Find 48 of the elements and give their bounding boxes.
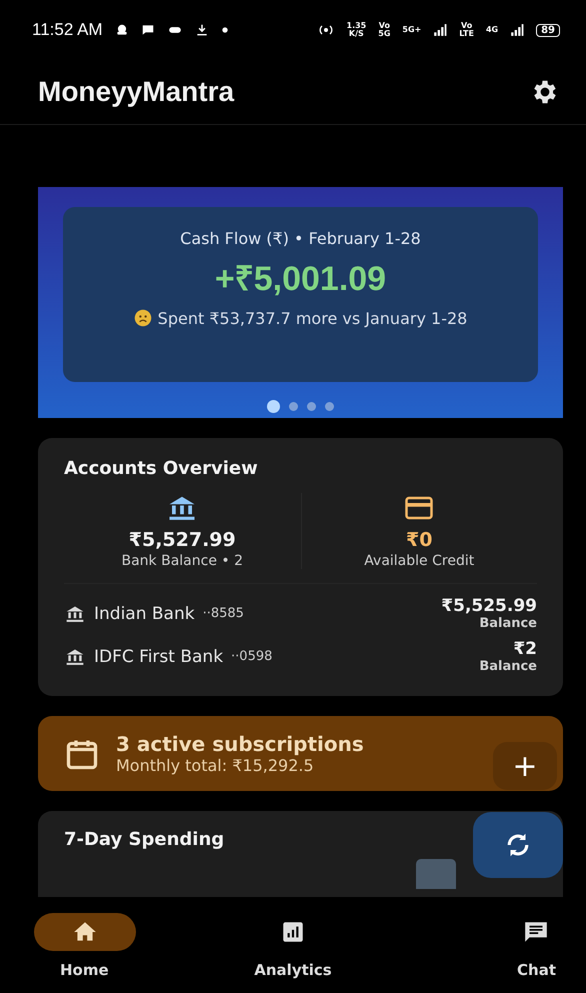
summary-label: Available Credit: [364, 553, 474, 570]
signal-icon: [510, 23, 524, 37]
subscriptions-title: 3 active subscriptions: [116, 732, 364, 756]
cash-flow-amount: +₹5,001.09: [214, 259, 386, 300]
sad-face-icon: [134, 309, 152, 327]
status-time: 11:52 AM: [32, 20, 103, 40]
nav-tab[interactable]: Analytics: [202, 897, 384, 993]
add-button[interactable]: +: [493, 742, 557, 790]
network-speed: K/S: [348, 30, 365, 38]
page-indicator-dot[interactable]: [325, 402, 334, 411]
nav-tab[interactable]: Chat: [384, 897, 566, 993]
card-title: 7-Day Spending: [64, 828, 224, 850]
account-balance: ₹2: [513, 639, 537, 660]
balance-label: Balance: [479, 659, 537, 674]
account-name: Indian Bank: [94, 604, 195, 624]
page-indicator-dot[interactable]: [289, 402, 298, 411]
dot-icon: [220, 26, 229, 34]
bank-icon: [64, 604, 86, 624]
account-number: ··8585: [202, 606, 244, 622]
summary-label: Bank Balance • 2: [121, 553, 243, 570]
download-icon: [194, 23, 209, 37]
cash-flow-note: Spent ₹53,737.7 more vs January 1-28: [158, 309, 468, 328]
cash-flow-title: Cash Flow (₹) • February 1-28: [180, 229, 421, 248]
network-label: Vo: [378, 22, 390, 30]
sync-button[interactable]: [473, 812, 563, 878]
summary-amount: ₹0: [406, 529, 432, 552]
signal-icon: [433, 23, 448, 37]
summary-amount: ₹5,527.99: [128, 529, 236, 552]
subscriptions-total: Monthly total: ₹15,292.5: [116, 756, 315, 775]
account-name: IDFC First Bank: [94, 646, 224, 667]
nav-tab[interactable]: Home: [20, 897, 202, 993]
account-number: ··0598: [231, 649, 272, 664]
network-label: Vo: [460, 22, 474, 30]
app-title: MoneyyMantra: [38, 76, 234, 108]
network-label: 4G: [486, 26, 498, 34]
account-balance: ₹5,525.99: [441, 596, 537, 616]
network-speed: 1.35: [346, 22, 366, 30]
network-label: LTE: [459, 30, 474, 38]
card-title: Accounts Overview: [64, 458, 258, 480]
balance-label: Balance: [479, 616, 537, 632]
message-icon: [140, 23, 155, 37]
page-indicator-dot[interactable]: [307, 402, 316, 411]
page-indicator-dot[interactable]: [267, 400, 280, 413]
battery-icon: 89: [536, 24, 560, 36]
network-label: 5G+: [402, 26, 422, 34]
network-label: 5G: [378, 30, 390, 38]
bank-icon: [64, 646, 86, 667]
chart-bar: [416, 858, 456, 889]
